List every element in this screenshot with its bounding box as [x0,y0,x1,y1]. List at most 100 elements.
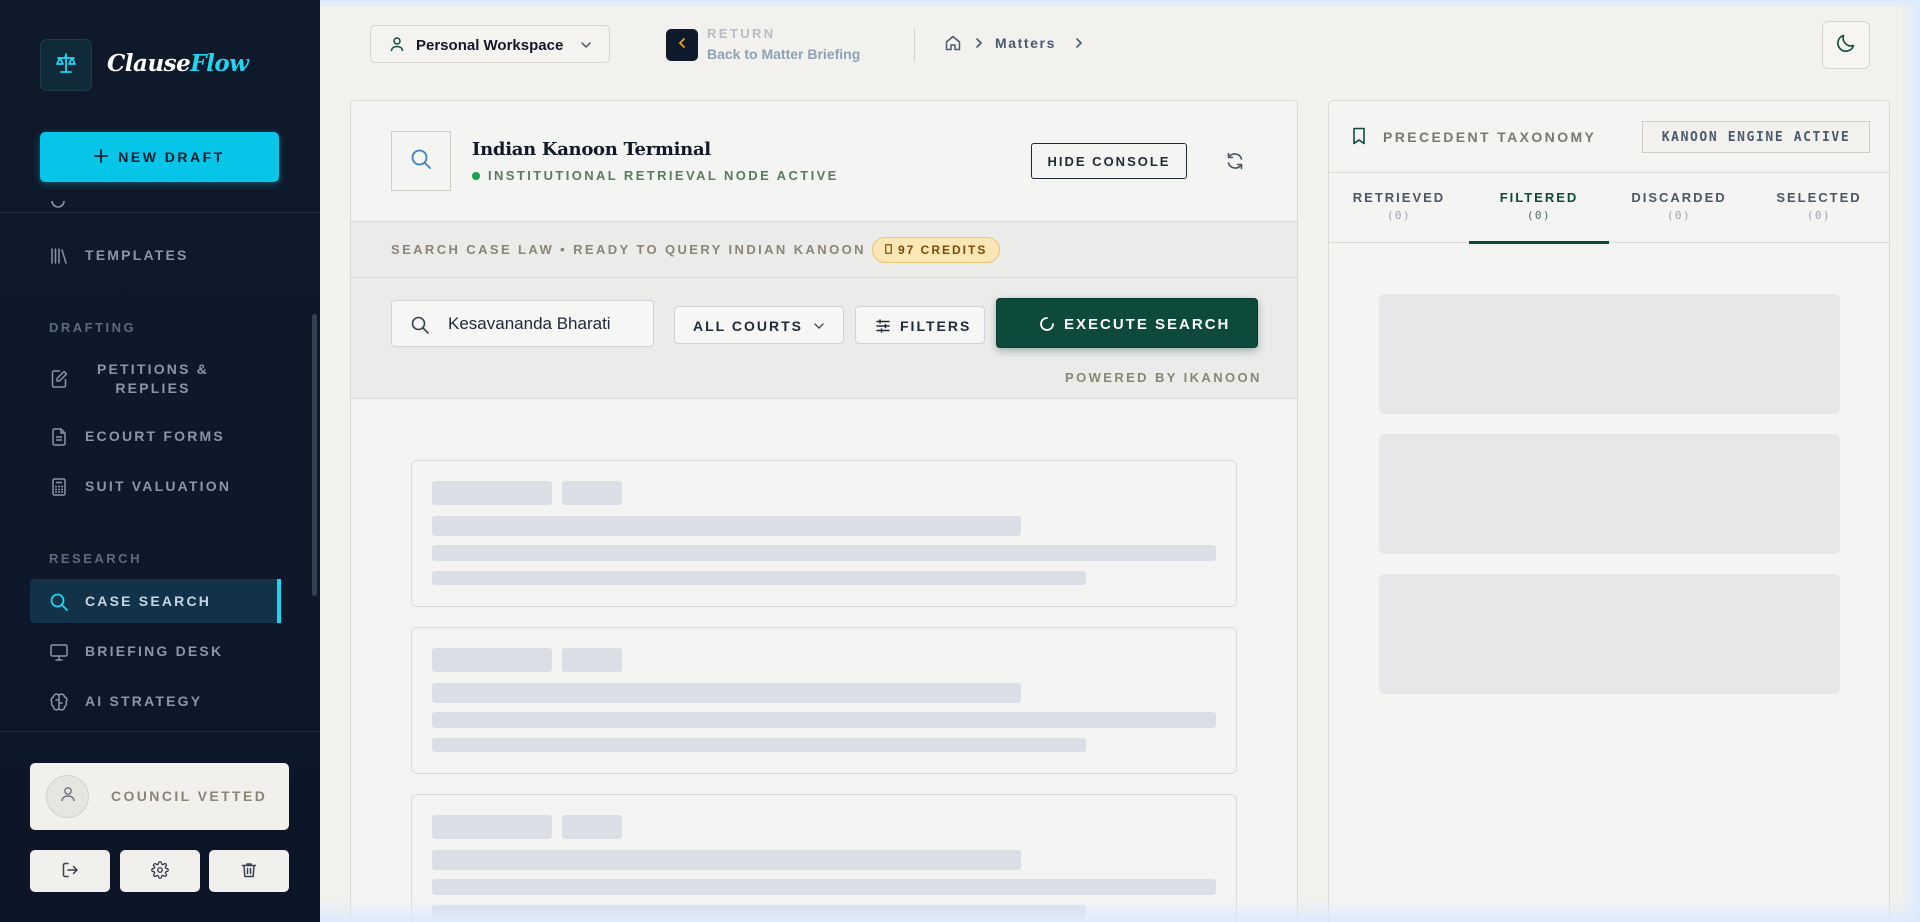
taxonomy-skeleton-card [1379,574,1840,694]
coin-icon [885,243,892,257]
sidebar-item-briefing-desk[interactable]: BRIEFING DESK [30,629,281,673]
tab-selected[interactable]: SELECTED (0) [1749,173,1889,243]
calculator-icon [49,477,69,497]
skeleton-bar [432,815,552,839]
nav-item-partial-icon [51,200,65,212]
sidebar-item-label: AI STRATEGY [85,693,203,709]
terminal-status: INSTITUTIONAL RETRIEVAL NODE ACTIVE [472,168,839,183]
courts-dropdown[interactable]: ALL COURTS [674,306,844,344]
taxonomy-tabs: RETRIEVED (0) FILTERED (0) DISCARDED (0)… [1329,173,1889,244]
terminal-title: Indian Kanoon Terminal [472,139,711,160]
search-icon [49,592,69,612]
sidebar-item-label: TEMPLATES [85,247,189,263]
return-button[interactable] [666,29,698,61]
library-icon [49,246,69,266]
sidebar-scrollbar[interactable] [312,314,317,596]
sidebar-item-ai-strategy[interactable]: AI STRATEGY [30,679,281,723]
tab-label: FILTERED [1499,190,1579,205]
workspace-label: Personal Workspace [416,37,564,54]
document-icon [49,427,69,447]
user-icon [389,36,405,57]
precedent-taxonomy-panel: PRECEDENT TAXONOMY KANOON ENGINE ACTIVE … [1328,100,1890,922]
sidebar-item-petitions[interactable]: PETITIONS & REPLIES [30,356,281,402]
home-icon[interactable] [944,34,962,52]
plus-icon [94,148,109,166]
nav-divider [0,212,320,213]
sidebar-item-suit-valuation[interactable]: SUIT VALUATION [30,464,281,508]
tab-count: (0) [1806,209,1832,222]
avatar [46,775,89,818]
refresh-icon[interactable] [1225,151,1245,171]
council-vetted-label: COUNCIL VETTED [111,788,268,804]
chevron-down-icon [579,38,593,57]
sidebar-item-templates[interactable]: TEMPLATES [30,233,281,277]
logout-button[interactable] [30,850,110,892]
new-draft-button[interactable]: NEW DRAFT [40,132,279,182]
case-search-field[interactable] [391,300,654,347]
skeleton-bar [432,850,1021,870]
taxonomy-skeleton-card [1379,434,1840,554]
sidebar-footer-divider [0,731,320,732]
theme-toggle-button[interactable] [1822,21,1870,69]
sidebar-item-case-search[interactable]: CASE SEARCH [30,579,281,623]
sidebar-item-label: ECOURT FORMS [85,428,225,444]
sidebar-item-label: PETITIONS & REPLIES [96,361,210,396]
terminal-header: Indian Kanoon Terminal INSTITUTIONAL RET… [351,101,1297,222]
section-label-research: RESEARCH [49,551,142,566]
execute-search-button[interactable]: EXECUTE SEARCH [996,298,1258,348]
breadcrumb-matters[interactable]: Matters [995,35,1056,51]
spinner-icon [1039,316,1055,332]
scales-icon [54,51,78,80]
tab-count: (0) [1526,209,1552,222]
brain-icon [49,692,69,712]
skeleton-bar [432,648,552,672]
delete-button[interactable] [209,850,289,892]
credits-label: 97 CREDITS [898,243,988,257]
back-to-matter-link[interactable]: Back to Matter Briefing [707,46,860,62]
taxonomy-header: PRECEDENT TAXONOMY KANOON ENGINE ACTIVE [1329,101,1889,173]
engine-status-badge: KANOON ENGINE ACTIVE [1642,121,1870,153]
skeleton-bar [432,571,1086,585]
taxonomy-title: PRECEDENT TAXONOMY [1383,129,1597,145]
council-vetted-card[interactable]: COUNCIL VETTED [30,763,289,830]
search-controls: ALL COURTS FILTERS EXECUTE SEARCH POWERE… [351,278,1297,399]
tab-count: (0) [1666,209,1692,222]
window-edge-glow [320,0,1920,8]
tab-label: DISCARDED [1631,190,1727,205]
moon-icon [1835,32,1857,59]
app-logo-text[interactable]: ClauseFlow [107,50,249,77]
bookmark-icon [1349,126,1369,146]
status-dot [472,171,480,180]
case-search-input[interactable] [448,311,648,337]
terminal-status-text: INSTITUTIONAL RETRIEVAL NODE ACTIVE [488,168,839,183]
filters-button[interactable]: FILTERS [855,306,985,344]
tab-label: RETRIEVED [1352,190,1446,205]
logo-mark[interactable] [40,39,92,91]
kanoon-terminal-panel: Indian Kanoon Terminal INSTITUTIONAL RET… [350,100,1298,922]
tab-discarded[interactable]: DISCARDED (0) [1609,173,1749,243]
search-icon [409,147,433,176]
monitor-icon [49,642,69,662]
result-skeleton-card [411,627,1237,774]
result-skeleton-card [411,460,1237,607]
filters-label: FILTERS [900,318,972,334]
results-loading-area [351,399,1297,922]
settings-button[interactable] [120,850,200,892]
search-status-text: SEARCH CASE LAW • READY TO QUERY INDIAN … [391,242,866,257]
credits-badge: 97 CREDITS [872,237,1001,263]
gear-icon [151,860,169,882]
edit-document-icon [49,369,69,389]
sidebar-item-ecourt-forms[interactable]: ECOURT FORMS [30,414,281,458]
logout-icon [61,861,79,882]
return-label[interactable]: RETURN [707,26,776,41]
hide-console-button[interactable]: HIDE CONSOLE [1031,143,1187,179]
window-edge-glow [1900,0,1920,922]
skeleton-bar [432,481,552,505]
topbar-divider [914,28,915,62]
tab-retrieved[interactable]: RETRIEVED (0) [1329,173,1469,243]
workspace-switcher[interactable]: Personal Workspace [370,25,610,63]
chevron-down-icon [812,319,826,333]
chevron-left-icon [676,36,688,54]
tab-filtered[interactable]: FILTERED (0) [1469,173,1609,244]
chevron-right-icon [1072,36,1086,50]
